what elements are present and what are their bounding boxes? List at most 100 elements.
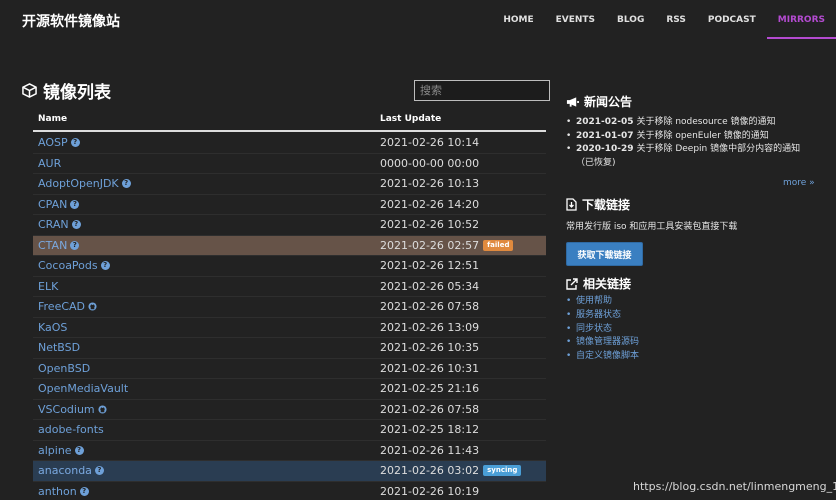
- mirror-link[interactable]: alpine: [38, 444, 72, 457]
- mirror-link[interactable]: KaOS: [38, 321, 67, 334]
- nav-item-events[interactable]: EVENTS: [545, 0, 606, 40]
- table-row: ELK 2021-02-26 05:34: [33, 275, 546, 297]
- mirror-link[interactable]: VSCodium: [38, 403, 95, 416]
- main-nav: HOME EVENTS BLOG RSS PODCAST MIRRORS: [492, 0, 836, 40]
- search-input[interactable]: [414, 80, 550, 101]
- table-row: CPAN? 2021-02-26 14:20: [33, 193, 546, 215]
- mirror-name-cell: CocoaPods?: [33, 259, 375, 272]
- table-row: CTAN? 2021-02-26 02:57 failed: [33, 234, 546, 255]
- last-update-cell: 2021-02-26 07:58: [375, 403, 479, 416]
- nav-item-podcast[interactable]: PODCAST: [697, 0, 767, 40]
- mirror-link[interactable]: AdoptOpenJDK: [38, 177, 119, 190]
- table-row: AOSP? 2021-02-26 10:14: [33, 132, 546, 153]
- mirror-name-cell: VSCodium: [33, 403, 375, 416]
- status-badge: syncing: [483, 465, 522, 477]
- last-update-cell: 2021-02-26 10:14: [375, 136, 479, 149]
- last-update-cell: 2021-02-26 14:20: [375, 198, 479, 211]
- mirror-link[interactable]: CocoaPods: [38, 259, 98, 272]
- last-update-cell: 2021-02-26 05:34: [375, 280, 479, 293]
- mirror-link[interactable]: CRAN: [38, 218, 69, 231]
- news-text[interactable]: 关于移除 openEuler 镜像的通知: [636, 131, 768, 141]
- help-icon[interactable]: ?: [70, 240, 80, 250]
- table-row: FreeCAD 2021-02-26 07:58: [33, 296, 546, 317]
- last-update-cell: 2021-02-25 18:12: [375, 423, 479, 436]
- related-link[interactable]: 自定义镜像脚本: [566, 350, 639, 364]
- table-row: VSCodium 2021-02-26 07:58: [33, 398, 546, 420]
- last-update-value: 0000-00-00 00:00: [380, 156, 480, 170]
- related-links-title: 相关链接: [566, 275, 631, 292]
- mirror-name-cell: OpenMediaVault: [33, 382, 375, 395]
- mirror-link[interactable]: anthon: [38, 485, 77, 498]
- news-item[interactable]: 2021-01-07 关于移除 openEuler 镜像的通知: [566, 130, 816, 144]
- last-update-cell: 2021-02-26 10:31: [375, 362, 479, 375]
- mirror-name-cell: AUR: [33, 157, 375, 170]
- news-date: 2021-01-07: [576, 130, 634, 141]
- nav-item-mirrors[interactable]: MIRRORS: [766, 0, 836, 39]
- mirror-link[interactable]: anaconda: [38, 464, 92, 477]
- help-icon[interactable]: ?: [79, 486, 89, 496]
- help-icon[interactable]: ?: [74, 445, 84, 455]
- mirror-name-cell: AOSP?: [33, 136, 375, 149]
- related-link[interactable]: 使用帮助: [566, 295, 639, 309]
- status-badge: failed: [483, 239, 514, 251]
- help-icon[interactable]: ?: [100, 261, 110, 271]
- table-row: anthon? 2021-02-26 10:19: [33, 480, 546, 500]
- nav-item-home[interactable]: HOME: [492, 0, 544, 40]
- help-icon[interactable]: ?: [71, 220, 81, 230]
- related-link[interactable]: 服务器状态: [566, 309, 639, 323]
- table-row: AUR 0000-00-00 00:00: [33, 152, 546, 174]
- nav-item-blog[interactable]: BLOG: [606, 0, 655, 40]
- mirror-link[interactable]: OpenBSD: [38, 362, 90, 375]
- table-row: adobe-fonts 2021-02-25 18:12: [33, 419, 546, 440]
- last-update-cell: 2021-02-25 21:16: [375, 382, 479, 395]
- last-update-cell: 2021-02-26 12:51: [375, 259, 479, 272]
- news-item[interactable]: 2021-02-05 关于移除 nodesource 镜像的通知: [566, 116, 816, 130]
- mirror-link[interactable]: OpenMediaVault: [38, 382, 128, 395]
- help-icon[interactable]: ?: [121, 179, 131, 189]
- mirror-name-cell: OpenBSD: [33, 362, 375, 375]
- nav-item-rss[interactable]: RSS: [655, 0, 697, 40]
- related-link[interactable]: 镜像管理器源码: [566, 336, 639, 350]
- github-icon[interactable]: [88, 302, 97, 311]
- mirror-link[interactable]: NetBSD: [38, 341, 80, 354]
- cube-icon: [22, 83, 37, 98]
- last-update-value: 2021-02-25 21:16: [380, 382, 480, 396]
- related-link[interactable]: 同步状态: [566, 323, 639, 337]
- table-row: CRAN? 2021-02-26 10:52: [33, 214, 546, 235]
- mirror-name-cell: alpine?: [33, 444, 375, 457]
- news-text[interactable]: 关于移除 nodesource 镜像的通知: [636, 117, 775, 127]
- get-download-link-button[interactable]: 获取下载链接: [566, 242, 643, 266]
- help-icon[interactable]: ?: [94, 466, 104, 476]
- column-header-last-update[interactable]: Last Update: [375, 114, 441, 124]
- mirror-name-cell: anaconda?: [33, 464, 375, 477]
- mirror-link[interactable]: FreeCAD: [38, 300, 85, 313]
- mirror-link[interactable]: CPAN: [38, 198, 67, 211]
- last-update-value: 2021-02-26 14:20: [380, 197, 480, 211]
- mirror-link[interactable]: AUR: [38, 157, 61, 170]
- column-header-name[interactable]: Name: [33, 114, 375, 124]
- last-update-cell: 2021-02-26 10:13: [375, 177, 479, 190]
- table-row: OpenMediaVault 2021-02-25 21:16: [33, 378, 546, 399]
- table-body: AOSP? 2021-02-26 10:14 AUR 0000-00-00 00:00…: [33, 132, 546, 500]
- news-more-link[interactable]: more »: [783, 178, 815, 188]
- file-download-icon: [566, 198, 577, 211]
- github-icon[interactable]: [98, 405, 107, 414]
- mirror-link[interactable]: adobe-fonts: [38, 423, 104, 436]
- table-row: OpenBSD 2021-02-26 10:31: [33, 357, 546, 379]
- last-update-cell: 2021-02-26 02:57 failed: [375, 238, 514, 252]
- mirror-link[interactable]: AOSP: [38, 136, 68, 149]
- news-item[interactable]: 2020-10-29 关于移除 Deepin 镜像中部分内容的通知（已恢复): [566, 143, 816, 170]
- mirror-name-cell: adobe-fonts: [33, 423, 375, 436]
- mirror-link[interactable]: ELK: [38, 280, 58, 293]
- last-update-cell: 2021-02-26 03:02 syncing: [375, 464, 522, 478]
- help-icon[interactable]: ?: [70, 137, 80, 147]
- last-update-value: 2021-02-26 02:57: [380, 238, 480, 252]
- news-title: 新闻公告: [566, 93, 632, 110]
- last-update-value: 2021-02-26 10:31: [380, 361, 480, 375]
- last-update-cell: 2021-02-26 10:52: [375, 218, 479, 231]
- site-brand[interactable]: 开源软件镜像站: [22, 11, 120, 31]
- table-row: KaOS 2021-02-26 13:09: [33, 316, 546, 338]
- last-update-value: 2021-02-26 03:02: [380, 464, 480, 478]
- mirror-link[interactable]: CTAN: [38, 239, 67, 252]
- help-icon[interactable]: ?: [70, 199, 80, 209]
